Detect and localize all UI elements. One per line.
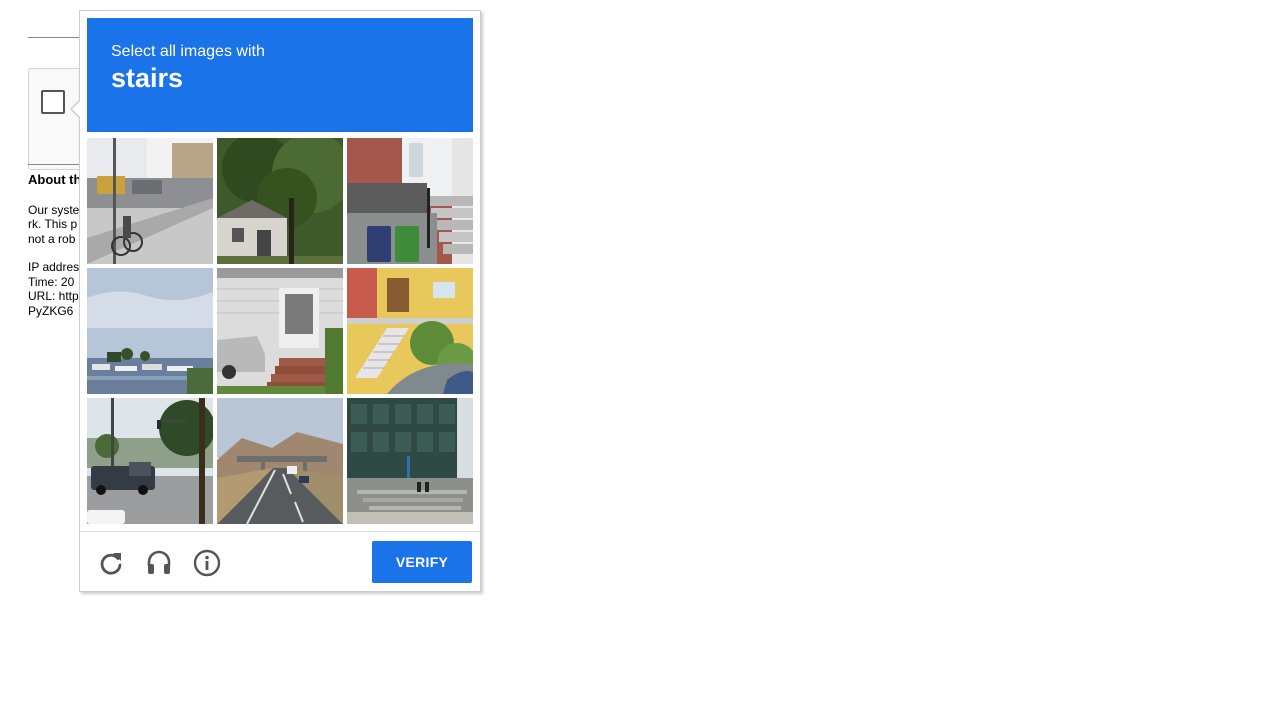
challenge-target: stairs (111, 63, 184, 93)
image-tile-4[interactable] (87, 268, 213, 394)
building-steps-image (347, 398, 473, 524)
porch-stairs-image (217, 268, 343, 394)
image-tile-1[interactable] (87, 138, 213, 264)
image-tile-7[interactable] (87, 398, 213, 524)
time-line: Time: 20 (28, 274, 75, 289)
image-grid (87, 138, 474, 525)
image-tile-2[interactable] (217, 138, 343, 264)
headphones-icon (147, 550, 171, 574)
about-heading: About th (28, 173, 80, 187)
about-line: rk. This p (28, 217, 78, 231)
popup-pointer (70, 99, 81, 119)
house-tree-image (217, 138, 343, 264)
about-line: Our syste (28, 202, 80, 217)
recaptcha-checkbox[interactable] (41, 90, 65, 114)
highway-overpass-image (217, 398, 343, 524)
about-line: not a rob (28, 231, 76, 246)
image-tile-5[interactable] (217, 268, 343, 394)
ip-line: IP addres (28, 260, 80, 274)
audio-challenge-button[interactable] (145, 549, 173, 577)
verify-button[interactable]: VERIFY (372, 541, 472, 583)
intersection-truck-image (87, 398, 213, 524)
marina-image (87, 268, 213, 394)
about-section: About th Our syste rk. This p not a rob … (28, 173, 80, 332)
info-button[interactable] (193, 549, 221, 577)
challenge-header: Select all images with stairs (87, 18, 473, 132)
brick-stairs-bins-image (347, 138, 473, 264)
info-icon (193, 549, 221, 577)
image-tile-8[interactable] (217, 398, 343, 524)
id-line: PyZKG6 (28, 303, 74, 318)
image-tile-9[interactable] (347, 398, 473, 524)
about-paragraph: Our syste rk. This p not a rob (28, 203, 80, 247)
challenge-instruction: Select all images with (111, 43, 265, 60)
street-cyclist-image (87, 138, 213, 264)
request-info: IP addres Time: 20 URL: http PyZKG6 (28, 260, 80, 318)
reload-button[interactable] (97, 549, 125, 577)
captcha-challenge-popup: Select all images with stairs VERIFY (70, 10, 481, 592)
image-tile-3[interactable] (347, 138, 473, 264)
yellow-building-stairs-image (347, 268, 473, 394)
image-tile-6[interactable] (347, 268, 473, 394)
url-line: URL: http (28, 289, 79, 303)
footer-divider (80, 531, 480, 532)
reload-icon (100, 553, 122, 575)
